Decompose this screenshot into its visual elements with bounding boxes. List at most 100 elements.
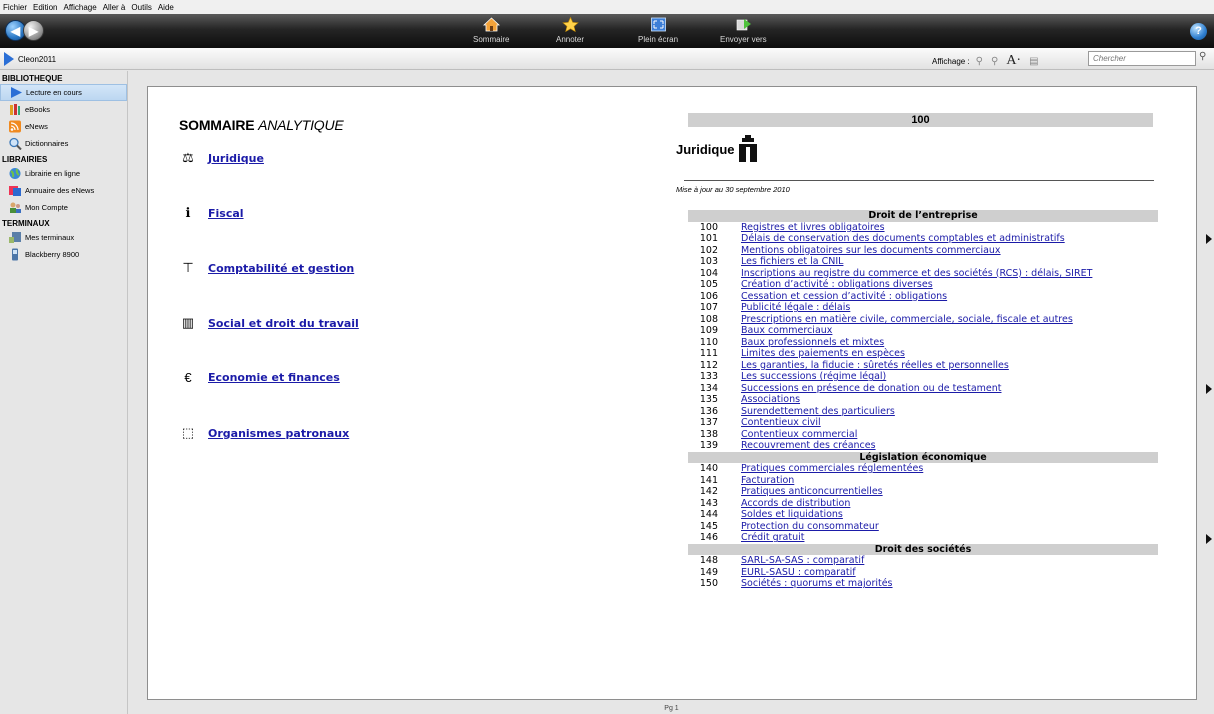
- forward-button[interactable]: ▶: [23, 20, 44, 41]
- index-link[interactable]: Délais de conservation des documents com…: [741, 233, 1065, 244]
- index-link[interactable]: Baux professionnels et mixtes: [741, 337, 884, 348]
- sidebar-item-enews[interactable]: eNews: [0, 118, 127, 135]
- index-number: 104: [699, 267, 718, 279]
- index-link[interactable]: Inscriptions au registre du commerce et …: [741, 268, 1092, 279]
- tool-annoter[interactable]: Annoter: [556, 17, 584, 44]
- index-link[interactable]: EURL-SASU : comparatif: [741, 567, 856, 578]
- index-row: 138 Contentieux commercial: [688, 429, 1158, 441]
- next-arrow-icon[interactable]: [1206, 234, 1212, 244]
- index-link[interactable]: Mentions obligatoires sur les documents …: [741, 245, 1001, 256]
- zoom-in-icon[interactable]: ⚲: [976, 56, 983, 67]
- toc-link[interactable]: Economie et finances: [208, 371, 340, 384]
- index-link[interactable]: Création d’activité : obligations divers…: [741, 279, 933, 290]
- search-input[interactable]: [1088, 51, 1196, 66]
- index-row: 105 Création d’activité : obligations div…: [688, 279, 1158, 291]
- menu-affichage[interactable]: Affichage: [63, 3, 96, 12]
- index-number: 137: [699, 417, 718, 429]
- toc-link[interactable]: Fiscal: [208, 207, 244, 220]
- display-tools: Affichage : ⚲ ⚲ A· ▤: [932, 53, 1047, 69]
- index-row: 143 Accords de distribution: [688, 498, 1158, 510]
- sidebar-item-librairie-en-ligne[interactable]: Librairie en ligne: [0, 165, 127, 182]
- sidebar-item-dictionnaires[interactable]: Dictionnaires: [0, 135, 127, 152]
- index-row: 133 Les successions (régime légal): [688, 371, 1158, 383]
- index-link[interactable]: Les fichiers et la CNIL: [741, 256, 843, 267]
- index-number: 100: [699, 221, 718, 233]
- page-layout-icon[interactable]: ▤: [1029, 56, 1038, 67]
- scales-icon: ⚖: [182, 150, 194, 165]
- index-link[interactable]: Facturation: [741, 475, 794, 486]
- index-link[interactable]: Contentieux civil: [741, 417, 821, 428]
- menu-edition[interactable]: Edition: [33, 3, 57, 12]
- index-link[interactable]: Publicité légale : délais: [741, 302, 850, 313]
- sidebar-item-blackberry[interactable]: Blackberry 8900: [0, 246, 127, 263]
- search-icon[interactable]: ⚲: [1199, 51, 1206, 62]
- index-link[interactable]: Baux commerciaux: [741, 325, 832, 336]
- menu-aller[interactable]: Aller à: [103, 3, 126, 12]
- index-link[interactable]: Les successions (régime légal): [741, 371, 886, 382]
- sidebar-item-ebooks[interactable]: eBooks: [0, 101, 127, 118]
- index-link[interactable]: Protection du consommateur: [741, 521, 879, 532]
- index-link[interactable]: Contentieux commercial: [741, 429, 857, 440]
- help-button[interactable]: ?: [1190, 23, 1207, 40]
- tool-envoyer[interactable]: Envoyer vers: [720, 17, 767, 44]
- breadcrumb[interactable]: Cleon2011: [4, 52, 56, 66]
- toc-entry-juridique[interactable]: ⚖ Juridique: [181, 150, 264, 166]
- index-link[interactable]: SARL-SA-SAS : comparatif: [741, 555, 864, 566]
- next-arrow-icon[interactable]: [1206, 534, 1212, 544]
- index-link[interactable]: Crédit gratuit: [741, 532, 804, 543]
- index-row: 112 Les garanties, la fiducie : sûretés r…: [688, 360, 1158, 372]
- index-link[interactable]: Les garanties, la fiducie : sûretés réel…: [741, 360, 1009, 371]
- toc-entry-economie[interactable]: € Economie et finances: [181, 370, 340, 385]
- toc-link[interactable]: Juridique: [208, 152, 264, 165]
- tool-sommaire[interactable]: Sommaire: [473, 17, 509, 44]
- index-link[interactable]: Accords de distribution: [741, 498, 850, 509]
- sidebar-item-mon-compte[interactable]: Mon Compte: [0, 199, 127, 216]
- location-bar: Cleon2011 Affichage : ⚲ ⚲ A· ▤ ⚲: [0, 48, 1214, 70]
- toc-entry-organismes[interactable]: ⬚ Organismes patronaux: [181, 425, 349, 441]
- index-link[interactable]: Sociétés : quorums et majorités: [741, 578, 893, 589]
- next-arrow-icon[interactable]: [1206, 384, 1212, 394]
- index-number: 143: [699, 497, 718, 509]
- index-link[interactable]: Cessation et cession d’activité : obliga…: [741, 291, 947, 302]
- index-link[interactable]: Successions en présence de donation ou d…: [741, 383, 1002, 394]
- euro-icon: €: [184, 370, 192, 385]
- index-link[interactable]: Limites des paiements en espèces: [741, 348, 905, 359]
- index-link[interactable]: Pratiques anticoncurrentielles: [741, 486, 883, 497]
- menu-fichier[interactable]: Fichier: [3, 3, 27, 12]
- divider: [684, 180, 1154, 181]
- toc-entry-comptabilite[interactable]: ⊤ Comptabilité et gestion: [181, 260, 354, 276]
- zoom-out-icon[interactable]: ⚲: [991, 56, 998, 67]
- menu-outils[interactable]: Outils: [131, 3, 151, 12]
- menu-aide[interactable]: Aide: [158, 3, 174, 12]
- group-header: Droit de l’entreprise: [688, 210, 1158, 222]
- index-link[interactable]: Recouvrement des créances: [741, 440, 876, 451]
- index-row: 107 Publicité légale : délais: [688, 302, 1158, 314]
- index-link[interactable]: Soldes et liquidations: [741, 509, 843, 520]
- index-row: 102 Mentions obligatoires sur les documen…: [688, 245, 1158, 257]
- index-row: 149 EURL-SASU : comparatif: [688, 567, 1158, 579]
- sidebar-item-label: Librairie en ligne: [25, 169, 81, 178]
- index-link[interactable]: Surendettement des particuliers: [741, 406, 895, 417]
- sidebar-item-annuaire-enews[interactable]: Annuaire des eNews: [0, 182, 127, 199]
- toc-entry-fiscal[interactable]: ℹ Fiscal: [181, 205, 244, 221]
- toc-entry-social[interactable]: ▥ Social et droit du travail: [181, 315, 359, 331]
- index-link[interactable]: Prescriptions en matière civile, commerc…: [741, 314, 1073, 325]
- index-number: 133: [699, 371, 718, 383]
- index-link[interactable]: Pratiques commerciales réglementées: [741, 463, 923, 474]
- section-title: Juridique: [676, 135, 759, 163]
- index-link[interactable]: Associations: [741, 394, 800, 405]
- font-size-icon[interactable]: A·: [1006, 53, 1021, 69]
- index-link[interactable]: Registres et livres obligatoires: [741, 222, 885, 233]
- toc-link[interactable]: Social et droit du travail: [208, 317, 359, 330]
- toc-link[interactable]: Organismes patronaux: [208, 427, 349, 440]
- sidebar-item-lecture-en-cours[interactable]: Lecture en cours: [0, 84, 127, 101]
- page-title: SOMMAIRE ANALYTIQUE: [179, 117, 344, 133]
- toc-link[interactable]: Comptabilité et gestion: [208, 262, 354, 275]
- sidebar-item-mes-terminaux[interactable]: Mes terminaux: [0, 229, 127, 246]
- tool-plein-ecran[interactable]: Plein écran: [638, 17, 678, 44]
- sidebar-section-title: BIBLIOTHEQUE: [2, 74, 63, 83]
- tool-label: Annoter: [556, 35, 585, 44]
- index-row: 108 Prescriptions en matière civile, comm…: [688, 314, 1158, 326]
- sidebar-section-title: LIBRAIRIES: [2, 155, 48, 164]
- section-title-text: Juridique: [676, 141, 735, 157]
